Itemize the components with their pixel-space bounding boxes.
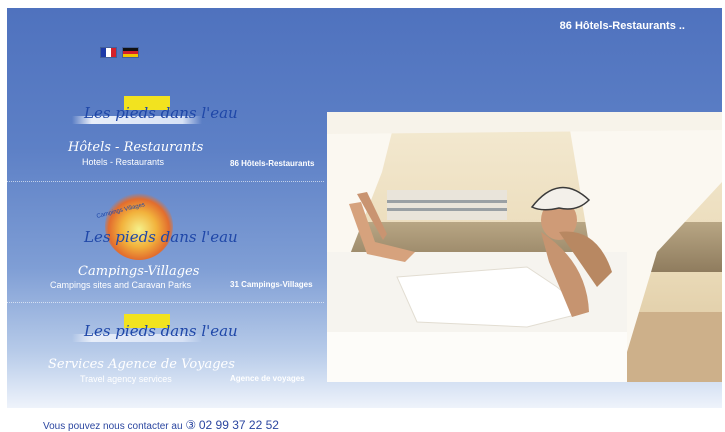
nav-link-agence-voyages[interactable]: Agence de voyages bbox=[230, 374, 305, 383]
logo-pieds-dans-leau: Les pieds dans l'eau bbox=[72, 96, 238, 126]
flag-de-icon[interactable] bbox=[122, 47, 139, 58]
logo-text: Les pieds dans l'eau bbox=[84, 322, 238, 340]
logo-text: Les pieds dans l'eau bbox=[84, 104, 238, 122]
hero-photo bbox=[327, 112, 722, 382]
nav-link-campings-villages[interactable]: 31 Campings-Villages bbox=[230, 280, 313, 289]
page-header-title[interactable]: 86 Hôtels-Restaurants .. bbox=[560, 20, 685, 32]
phone-icon: ③ bbox=[185, 418, 197, 432]
contact-line: Vous pouvez nous contacter au ③ 02 99 37… bbox=[43, 418, 279, 432]
contact-text: Vous pouvez nous contacter au bbox=[43, 421, 183, 432]
phone-number[interactable]: 02 99 37 22 52 bbox=[199, 418, 279, 432]
flag-fr-icon[interactable] bbox=[100, 47, 117, 58]
logo-pieds-dans-leau: Les pieds dans l'eau bbox=[72, 228, 238, 250]
section-subtitle: Hotels - Restaurants bbox=[82, 157, 165, 167]
section-divider bbox=[7, 181, 324, 182]
section-script-title: Hôtels - Restaurants bbox=[68, 140, 204, 155]
section-divider bbox=[7, 302, 324, 303]
language-selector bbox=[100, 47, 139, 58]
nav-link-hotels-restaurants[interactable]: 86 Hôtels-Restaurants bbox=[230, 159, 314, 168]
section-script-title: Campings-Villages bbox=[78, 264, 200, 279]
section-subtitle: Campings sites and Caravan Parks bbox=[50, 280, 192, 290]
logo-text: Les pieds dans l'eau bbox=[84, 228, 238, 246]
section-subtitle: Travel agency services bbox=[80, 374, 172, 384]
section-script-title: Services Agence de Voyages bbox=[48, 357, 235, 372]
logo-pieds-dans-leau: Les pieds dans l'eau bbox=[72, 314, 238, 344]
hero-photo-illustration bbox=[327, 112, 722, 382]
